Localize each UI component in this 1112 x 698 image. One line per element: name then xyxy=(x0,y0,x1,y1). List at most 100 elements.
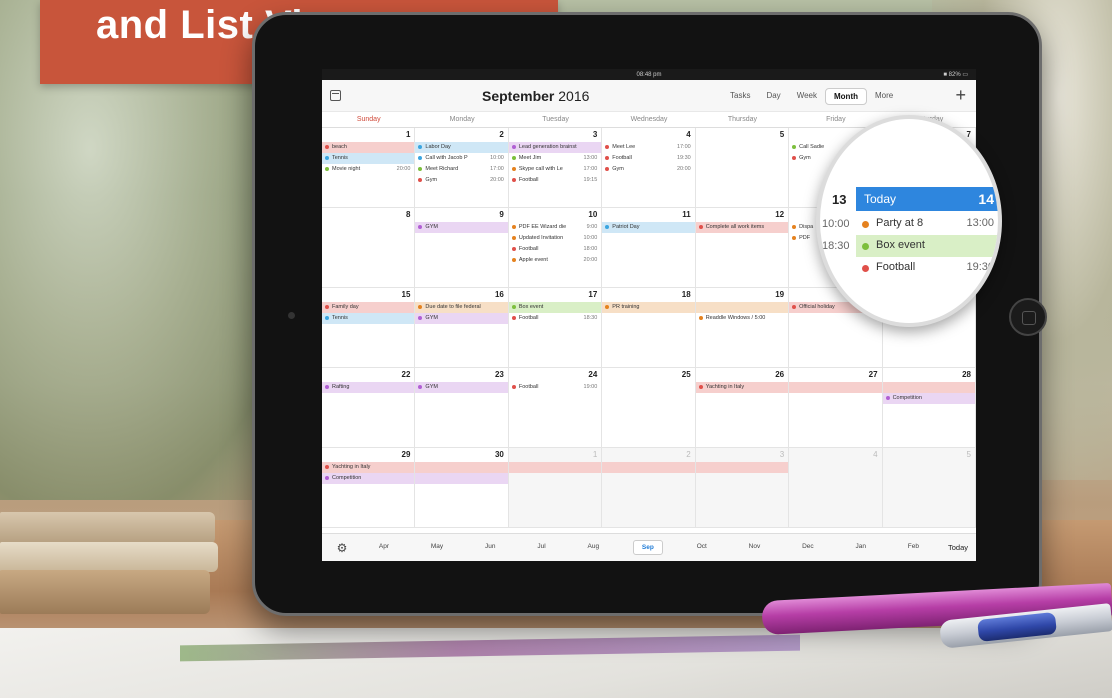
calendar-event[interactable]: Tennis xyxy=(322,313,415,324)
calendar-event[interactable]: Competition xyxy=(882,393,975,404)
month-sep[interactable]: Sep xyxy=(632,540,663,555)
calendar-event[interactable]: Box event xyxy=(508,302,602,313)
day-cell[interactable]: 27 xyxy=(789,368,883,448)
day-cell[interactable]: 3 Lead generation brainst Meet Jim 13:00 Sky… xyxy=(508,128,603,208)
day-cell[interactable]: 10 PDF EE Wizard die 9:00 Updated Invitatio… xyxy=(508,208,603,288)
tab-day[interactable]: Day xyxy=(758,88,788,105)
calendar-event[interactable] xyxy=(789,382,882,393)
day-cell[interactable]: 2 xyxy=(602,448,696,528)
calendar-event[interactable]: PR training xyxy=(602,302,695,313)
home-button[interactable] xyxy=(1009,298,1047,336)
day-cell[interactable]: 30 xyxy=(415,448,509,528)
calendar-event[interactable]: Meet Lee 17:00 xyxy=(602,142,694,153)
day-cell[interactable]: 3 xyxy=(695,448,790,528)
calendar-event[interactable]: Yachting in Italy xyxy=(322,462,415,473)
calendar-event[interactable]: Tennis xyxy=(322,153,415,164)
day-cell[interactable]: 4 xyxy=(789,448,883,528)
event-color-dot xyxy=(605,155,610,160)
month-dec[interactable]: Dec xyxy=(794,540,822,555)
calendar-event[interactable]: Football 19:15 xyxy=(509,175,601,186)
month-jul[interactable]: Jul xyxy=(529,540,553,555)
calendar-event[interactable]: Football 18:30 xyxy=(509,313,601,324)
calendar-event[interactable]: Gym 20:00 xyxy=(602,164,694,175)
day-cell[interactable]: 26 Yachting in Italy xyxy=(695,368,790,448)
day-cell[interactable]: 11 Patriot Day xyxy=(602,208,696,288)
day-cell[interactable]: 18 PR training xyxy=(602,288,696,368)
month-nov[interactable]: Nov xyxy=(741,540,769,555)
day-cell[interactable]: 16 Due date to file federal GYM xyxy=(415,288,509,368)
today-button[interactable]: Today xyxy=(948,543,968,552)
calendar-event[interactable]: GYM xyxy=(415,382,508,393)
gear-icon[interactable]: ⚙ xyxy=(334,541,350,555)
month-jan[interactable]: Jan xyxy=(847,540,873,555)
magnifier-event-row[interactable]: 18:30 Box event xyxy=(820,235,998,259)
calendar-event[interactable] xyxy=(508,462,602,473)
day-cell[interactable]: 23 GYM xyxy=(415,368,509,448)
calendar-event[interactable]: Family day xyxy=(322,302,415,313)
tab-month[interactable]: Month xyxy=(825,88,867,105)
calendar-event[interactable]: Apple event 20:00 xyxy=(509,255,601,266)
magnifier-event-row[interactable]: Football 19:30 xyxy=(820,257,998,281)
calendar-event[interactable] xyxy=(602,462,695,473)
day-cell[interactable]: 9 GYM xyxy=(415,208,509,288)
event-color-dot xyxy=(418,304,423,309)
calendar-event[interactable]: Football 18:00 xyxy=(509,244,601,255)
month-aug[interactable]: Aug xyxy=(580,540,608,555)
month-jun[interactable]: Jun xyxy=(477,540,503,555)
day-cell[interactable]: 1 beach Tennis Movie night 20:00 xyxy=(322,128,416,208)
calendar-event[interactable]: Meet Richard 17:00 xyxy=(415,164,507,175)
month-may[interactable]: May xyxy=(423,540,451,555)
calendar-event[interactable] xyxy=(695,302,789,313)
day-cell[interactable]: 22 Rafting xyxy=(322,368,416,448)
day-cell[interactable]: 5 xyxy=(695,128,790,208)
add-event-button[interactable]: + xyxy=(955,85,966,106)
calendar-event[interactable]: Rafting xyxy=(322,382,415,393)
tab-more[interactable]: More xyxy=(867,88,901,105)
day-cell[interactable]: 29 Yachting in Italy Competition xyxy=(322,448,416,528)
tab-week[interactable]: Week xyxy=(789,88,825,105)
calendar-event[interactable]: Complete all work items xyxy=(695,222,789,233)
day-cell[interactable]: 12 Complete all work items xyxy=(695,208,790,288)
calendar-event[interactable]: Labor Day xyxy=(415,142,508,153)
calendar-event[interactable]: Gym 20:00 xyxy=(415,175,507,186)
calendar-event[interactable]: PDF EE Wizard die 9:00 xyxy=(509,222,601,233)
month-feb[interactable]: Feb xyxy=(900,540,927,555)
calendar-event[interactable]: Football 19:30 xyxy=(602,153,694,164)
calendar-event[interactable]: GYM xyxy=(415,313,508,324)
day-cell[interactable]: 17 Box event Football 18:30 xyxy=(508,288,603,368)
magnifier-today-bar[interactable]: Today 14 xyxy=(856,187,998,211)
day-cell[interactable]: 1 xyxy=(508,448,603,528)
calendar-event[interactable] xyxy=(882,382,975,393)
month-apr[interactable]: Apr xyxy=(371,540,397,555)
calendar-event[interactable]: beach xyxy=(322,142,415,153)
calendar-event[interactable]: Readdle Windows / 5:00 xyxy=(696,313,788,324)
calendar-event[interactable]: Call with Jacob P 10:00 xyxy=(415,153,507,164)
calendar-event[interactable]: Meet Jim 13:00 xyxy=(509,153,601,164)
magnifier-event-row[interactable]: 10:00 Party at 8 13:00 xyxy=(820,213,998,237)
calendars-icon[interactable] xyxy=(330,90,341,101)
day-cell[interactable]: 2 Labor Day Call with Jacob P 10:00 Meet Ric… xyxy=(415,128,509,208)
day-cell[interactable]: 24 Football 19:00 xyxy=(508,368,603,448)
calendar-event[interactable] xyxy=(415,462,508,473)
calendar-event[interactable] xyxy=(695,462,789,473)
day-cell[interactable]: 4 Meet Lee 17:00 Football 19:30 Gym 20:00 xyxy=(602,128,696,208)
calendar-event[interactable]: Updated Invitation 10:00 xyxy=(509,233,601,244)
calendar-event[interactable]: GYM xyxy=(415,222,508,233)
calendar-event[interactable]: Yachting in Italy xyxy=(695,382,789,393)
tab-tasks[interactable]: Tasks xyxy=(722,88,758,105)
day-cell[interactable]: 25 xyxy=(602,368,696,448)
calendar-event[interactable]: Movie night 20:00 xyxy=(322,164,414,175)
calendar-event[interactable]: Skype call with Le 17:00 xyxy=(509,164,601,175)
day-cell[interactable]: 28 Competition xyxy=(882,368,976,448)
day-cell[interactable]: 5 xyxy=(882,448,976,528)
calendar-event[interactable]: Competition xyxy=(322,473,415,484)
day-cell[interactable]: 15 Family day Tennis xyxy=(322,288,416,368)
calendar-event[interactable]: Lead generation brainst xyxy=(508,142,602,153)
calendar-event[interactable] xyxy=(415,473,508,484)
calendar-event[interactable]: Football 19:00 xyxy=(509,382,601,393)
month-oct[interactable]: Oct xyxy=(689,540,715,555)
calendar-event[interactable]: Patriot Day xyxy=(602,222,695,233)
day-cell[interactable]: 19 Readdle Windows / 5:00 xyxy=(695,288,790,368)
calendar-event[interactable]: Due date to file federal xyxy=(415,302,508,313)
day-cell[interactable]: 8 xyxy=(322,208,416,288)
